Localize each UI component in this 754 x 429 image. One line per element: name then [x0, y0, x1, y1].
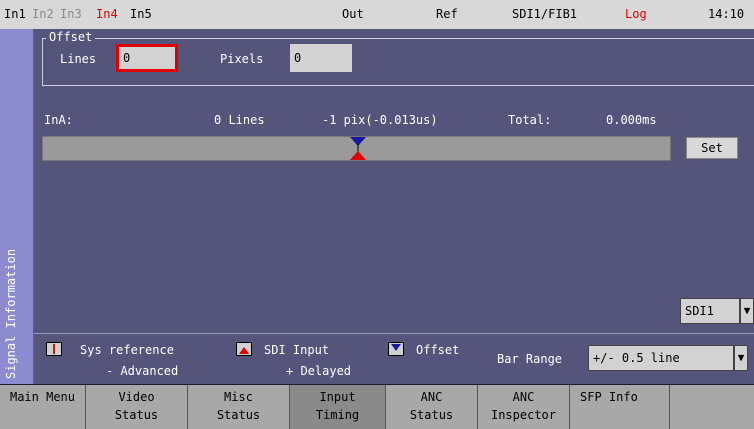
bottom-menu: Main Menu Video Status Misc Status Input…	[0, 385, 754, 429]
menu-misc-status-sublabel: Status	[216, 408, 261, 422]
lines-offset-input[interactable]: 0	[116, 44, 178, 72]
advanced-label: - Advanced	[106, 364, 179, 378]
total-label: Total:	[508, 113, 552, 127]
menu-main-menu-label: Main Menu	[9, 390, 76, 404]
input-2-indicator[interactable]: In2	[32, 7, 54, 21]
bar-range-label: Bar Range	[497, 352, 563, 366]
menu-sfp-info-label: SFP Info	[580, 390, 638, 404]
offset-swatch-icon	[388, 342, 404, 356]
pixel-readout: -1 pix(-0.013us)	[322, 113, 438, 127]
sdi-input-swatch-icon	[236, 342, 252, 356]
ref-indicator: Ref	[436, 7, 458, 21]
bar-range-arrow-icon[interactable]: ▼	[734, 345, 748, 371]
input-5-indicator[interactable]: In5	[130, 7, 152, 21]
menu-input-timing[interactable]: Input Timing	[290, 385, 386, 429]
pixels-offset-input[interactable]: 0	[290, 44, 352, 72]
offset-group-title: Offset	[46, 30, 96, 44]
sdi-input-label: SDI Input	[264, 343, 330, 357]
menu-anc-status-label: ANC	[420, 390, 443, 404]
clock: 14:10	[708, 7, 745, 21]
input-1-indicator[interactable]: In1	[4, 7, 26, 21]
sdi-input-marker-icon	[350, 151, 366, 160]
menu-anc-inspector[interactable]: ANC Inspector	[478, 385, 570, 429]
out-indicator: Out	[342, 7, 364, 21]
bar-range-value: +/- 0.5 line	[593, 351, 680, 365]
source-select[interactable]: SDI1	[680, 298, 740, 324]
menu-anc-status[interactable]: ANC Status	[386, 385, 478, 429]
log-indicator[interactable]: Log	[625, 7, 647, 21]
source-select-arrow-icon[interactable]: ▼	[740, 298, 754, 324]
total-readout: 0.000ms	[606, 113, 657, 127]
menu-anc-inspector-label: ANC	[512, 390, 535, 404]
signal-information-tab[interactable]: Signal Information	[0, 29, 34, 384]
status-bar: In1 In2 In3 In4 In5 Out Ref SDI1/FIB1 Lo…	[0, 0, 754, 29]
menu-anc-status-sublabel: Status	[409, 408, 454, 422]
lines-label: Lines	[60, 52, 97, 66]
menu-input-timing-sublabel: Timing	[315, 408, 360, 422]
input-4-indicator[interactable]: In4	[96, 7, 118, 21]
menu-video-status[interactable]: Video Status	[86, 385, 188, 429]
sys-reference-label: Sys reference	[80, 343, 174, 357]
sys-reference-swatch-icon	[46, 342, 62, 356]
menu-video-status-sublabel: Status	[114, 408, 159, 422]
menu-video-status-label: Video	[118, 390, 155, 404]
menu-misc-status-label: Misc	[224, 390, 253, 404]
menu-misc-status[interactable]: Misc Status	[188, 385, 290, 429]
signal-information-label: Signal Information	[4, 248, 18, 379]
input-label: InA:	[44, 113, 73, 127]
source-select-value: SDI1	[685, 304, 714, 318]
menu-anc-inspector-sublabel: Inspector	[490, 408, 557, 422]
menu-input-timing-label: Input	[319, 390, 356, 404]
menu-main-menu[interactable]: Main Menu	[0, 385, 86, 429]
pixels-label: Pixels	[220, 52, 264, 66]
delayed-label: + Delayed	[286, 364, 352, 378]
source-indicator: SDI1/FIB1	[512, 7, 578, 21]
legend-divider	[34, 333, 754, 334]
timing-markers	[350, 137, 366, 160]
bar-range-select[interactable]: +/- 0.5 line	[588, 345, 734, 371]
lines-readout: 0 Lines	[214, 113, 265, 127]
menu-sfp-info[interactable]: SFP Info	[570, 385, 670, 429]
set-button[interactable]: Set	[686, 137, 738, 159]
menu-empty-slot[interactable]	[670, 385, 754, 429]
offset-legend-label: Offset	[416, 343, 460, 357]
input-3-indicator[interactable]: In3	[60, 7, 82, 21]
